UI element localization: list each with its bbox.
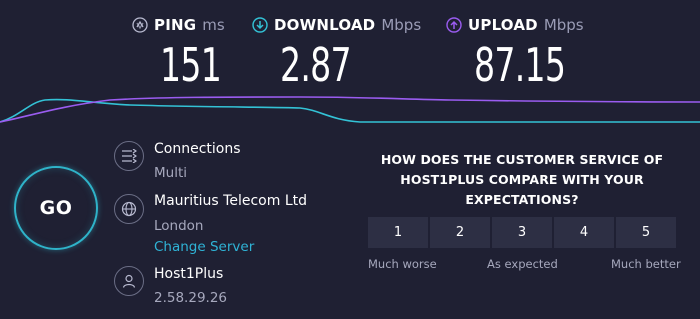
download-label: DOWNLOAD [274, 16, 376, 34]
connections-icon [114, 141, 144, 171]
host-ip: 2.58.29.26 [154, 290, 227, 306]
download-graph-line [0, 98, 700, 123]
speed-graph [0, 96, 700, 123]
scale-label-mid: As expected [487, 257, 558, 271]
user-icon [114, 266, 144, 296]
upload-graph-line [0, 96, 700, 123]
download-header: DOWNLOAD Mbps [252, 14, 421, 36]
upload-metric: UPLOAD Mbps 87.15 [446, 14, 584, 92]
ping-icon [132, 17, 148, 33]
change-server-link[interactable]: Change Server [154, 239, 254, 255]
upload-label: UPLOAD [468, 16, 538, 34]
upload-value: 87.15 [474, 38, 566, 92]
rating-scale: 1 2 3 4 5 [368, 217, 676, 248]
rating-option-3[interactable]: 3 [492, 217, 552, 248]
rating-option-4[interactable]: 4 [554, 217, 614, 248]
ping-header: PING ms [132, 14, 225, 36]
ping-value: 151 [160, 38, 222, 92]
ping-unit: ms [202, 16, 225, 34]
provider-location: London [154, 218, 204, 234]
go-button[interactable]: GO [14, 166, 98, 250]
rating-option-2[interactable]: 2 [430, 217, 490, 248]
host-name: Host1Plus [154, 266, 224, 282]
download-metric: DOWNLOAD Mbps 2.87 [252, 14, 421, 92]
connections-title: Connections [154, 141, 241, 157]
ping-metric: PING ms 151 [132, 14, 225, 92]
globe-icon [114, 194, 144, 224]
ping-label: PING [154, 16, 197, 34]
rating-option-5[interactable]: 5 [616, 217, 676, 248]
upload-header: UPLOAD Mbps [446, 14, 584, 36]
provider-name: Mauritius Telecom Ltd [154, 193, 307, 209]
scale-label-low: Much worse [368, 257, 437, 271]
rating-option-1[interactable]: 1 [368, 217, 428, 248]
survey-question: HOW DOES THE CUSTOMER SERVICE OF HOST1PL… [380, 152, 664, 207]
download-unit: Mbps [381, 16, 422, 34]
upload-arrow-icon [446, 17, 462, 33]
connections-value: Multi [154, 165, 187, 181]
scale-label-high: Much better [611, 257, 681, 271]
download-arrow-icon [252, 17, 268, 33]
download-value: 2.87 [280, 38, 352, 92]
upload-unit: Mbps [543, 16, 584, 34]
